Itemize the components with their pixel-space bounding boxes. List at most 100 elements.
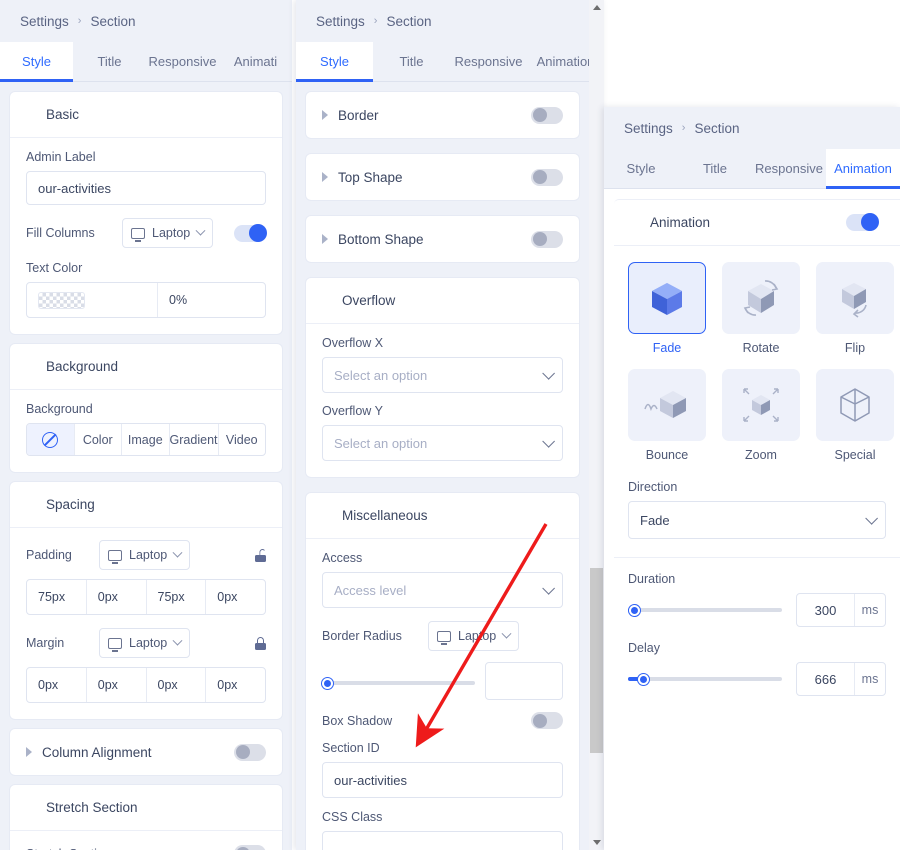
tab-animation[interactable]: Animati	[219, 42, 292, 81]
animation-preset-bounce[interactable]: Bounce	[628, 369, 706, 462]
animation-card-header[interactable]: Animation	[614, 200, 900, 246]
background-type-image[interactable]: Image	[122, 424, 170, 455]
breadcrumb-root[interactable]: Settings	[20, 14, 69, 29]
section-id-input[interactable]	[322, 762, 563, 798]
box-shadow-toggle[interactable]	[531, 712, 563, 729]
fill-columns-toggle[interactable]	[234, 223, 267, 242]
overflow-x-select[interactable]: Select an option	[322, 357, 563, 393]
scroll-up-arrow-icon[interactable]	[589, 0, 604, 15]
border-radius-value-input[interactable]	[485, 662, 563, 700]
spacing-card: Spacing Padding Laptop 75px 0px 75px 0px…	[10, 482, 282, 719]
animation-preset-fade[interactable]: Fade	[628, 262, 706, 355]
tab-style[interactable]: Style	[0, 42, 73, 82]
slider-thumb[interactable]	[638, 673, 649, 685]
delay-value[interactable]: 666	[797, 663, 855, 695]
padding-top-input[interactable]: 75px	[27, 580, 87, 614]
admin-label-input[interactable]	[26, 171, 266, 205]
css-class-input[interactable]	[322, 831, 563, 850]
animation-preset-rotate[interactable]: Rotate	[722, 262, 800, 355]
slider-thumb[interactable]	[322, 677, 333, 689]
overflow-header[interactable]: Overflow	[306, 278, 579, 324]
scroll-down-arrow-icon[interactable]	[589, 835, 604, 850]
background-type-none[interactable]	[27, 424, 75, 455]
chevron-right-icon[interactable]	[322, 172, 328, 182]
background-card-header[interactable]: Background	[10, 344, 282, 390]
slider-thumb[interactable]	[629, 604, 640, 616]
animation-toggle[interactable]	[846, 213, 879, 231]
duration-value[interactable]: 300	[797, 594, 855, 626]
tab-title[interactable]: Title	[373, 42, 450, 81]
border-toggle[interactable]	[531, 106, 563, 124]
animation-tile	[628, 369, 706, 441]
monitor-icon	[437, 630, 451, 645]
animation-preset-flip[interactable]: Flip	[816, 262, 894, 355]
breadcrumb-root[interactable]: Settings	[624, 121, 673, 136]
background-type-video[interactable]: Video	[219, 424, 266, 455]
stretch-section-header[interactable]: Stretch Section	[10, 785, 282, 831]
margin-bottom-input[interactable]: 0px	[147, 668, 207, 702]
padding-right-input[interactable]: 0px	[87, 580, 147, 614]
breadcrumb-current[interactable]: Section	[386, 14, 431, 29]
chevron-right-icon[interactable]	[322, 110, 328, 120]
border-radius-slider[interactable]	[322, 676, 475, 690]
border-header[interactable]: Border	[306, 92, 579, 138]
padding-bottom-input[interactable]: 75px	[147, 580, 207, 614]
animation-preset-zoom[interactable]: Zoom	[722, 369, 800, 462]
animation-preset-special[interactable]: Special	[816, 369, 894, 462]
column-alignment-toggle[interactable]	[234, 743, 266, 761]
tab-animation[interactable]: Animation	[826, 149, 900, 189]
chevron-right-icon[interactable]	[322, 234, 328, 244]
access-select[interactable]: Access level	[322, 572, 563, 608]
fill-columns-device-value: Laptop	[152, 226, 191, 240]
scrollbar-thumb[interactable]	[590, 568, 603, 753]
bottom-shape-toggle[interactable]	[531, 230, 563, 248]
top-shape-header[interactable]: Top Shape	[306, 154, 579, 200]
breadcrumb-current[interactable]: Section	[90, 14, 135, 29]
basic-card-header[interactable]: Basic	[10, 92, 282, 138]
middle-panel-scroll-area: Border Top Shape Bottom Shape Overflow O…	[296, 82, 589, 850]
column-alignment-header[interactable]: Column Alignment	[10, 729, 282, 775]
top-shape-toggle[interactable]	[531, 168, 563, 186]
text-color-opacity-value[interactable]: 0%	[158, 283, 265, 317]
padding-left-input[interactable]: 0px	[206, 580, 265, 614]
margin-right-input[interactable]: 0px	[87, 668, 147, 702]
chevron-down-icon	[542, 434, 555, 448]
direction-select[interactable]: Fade	[628, 501, 886, 539]
animation-tile	[628, 262, 706, 334]
middle-panel-scrollbar[interactable]	[589, 0, 604, 850]
background-type-color[interactable]: Color	[75, 424, 123, 455]
miscellaneous-header[interactable]: Miscellaneous	[306, 493, 579, 539]
chevron-right-icon[interactable]	[26, 747, 32, 757]
margin-device-select[interactable]: Laptop	[99, 628, 191, 658]
padding-device-select[interactable]: Laptop	[99, 540, 191, 570]
duration-slider[interactable]	[628, 603, 782, 617]
text-color-swatch-button[interactable]	[27, 283, 158, 317]
tab-responsive[interactable]: Responsive	[146, 42, 219, 81]
direction-value: Fade	[640, 512, 670, 528]
padding-unlock-icon[interactable]	[255, 548, 266, 562]
margin-top-input[interactable]: 0px	[27, 668, 87, 702]
margin-lock-icon[interactable]	[255, 636, 266, 650]
miscellaneous-body: Access Access level Border Radius Laptop	[306, 539, 579, 850]
stretch-section-toggle[interactable]	[234, 845, 266, 850]
fill-columns-device-select[interactable]: Laptop	[122, 218, 214, 248]
spacing-card-header[interactable]: Spacing	[10, 482, 282, 528]
border-radius-device-select[interactable]: Laptop	[428, 621, 520, 651]
tab-title[interactable]: Title	[73, 42, 146, 81]
toggle-knob	[532, 170, 547, 184]
animation-card: Animation Fade Rotate Flip Bounce Zoom S…	[614, 199, 900, 712]
delay-row: 666 ms	[628, 662, 886, 696]
tab-responsive[interactable]: Responsive	[450, 42, 527, 81]
margin-left-input[interactable]: 0px	[206, 668, 265, 702]
breadcrumb-current[interactable]: Section	[694, 121, 739, 136]
bottom-shape-header[interactable]: Bottom Shape	[306, 216, 579, 262]
tab-style[interactable]: Style	[296, 42, 373, 82]
overflow-y-select[interactable]: Select an option	[322, 425, 563, 461]
background-type-gradient[interactable]: Gradient	[170, 424, 219, 455]
tab-title[interactable]: Title	[678, 149, 752, 188]
breadcrumb-root[interactable]: Settings	[316, 14, 365, 29]
delay-slider[interactable]	[628, 672, 782, 686]
tab-style[interactable]: Style	[604, 149, 678, 188]
margin-device-value: Laptop	[129, 636, 168, 650]
tab-responsive[interactable]: Responsive	[752, 149, 826, 188]
